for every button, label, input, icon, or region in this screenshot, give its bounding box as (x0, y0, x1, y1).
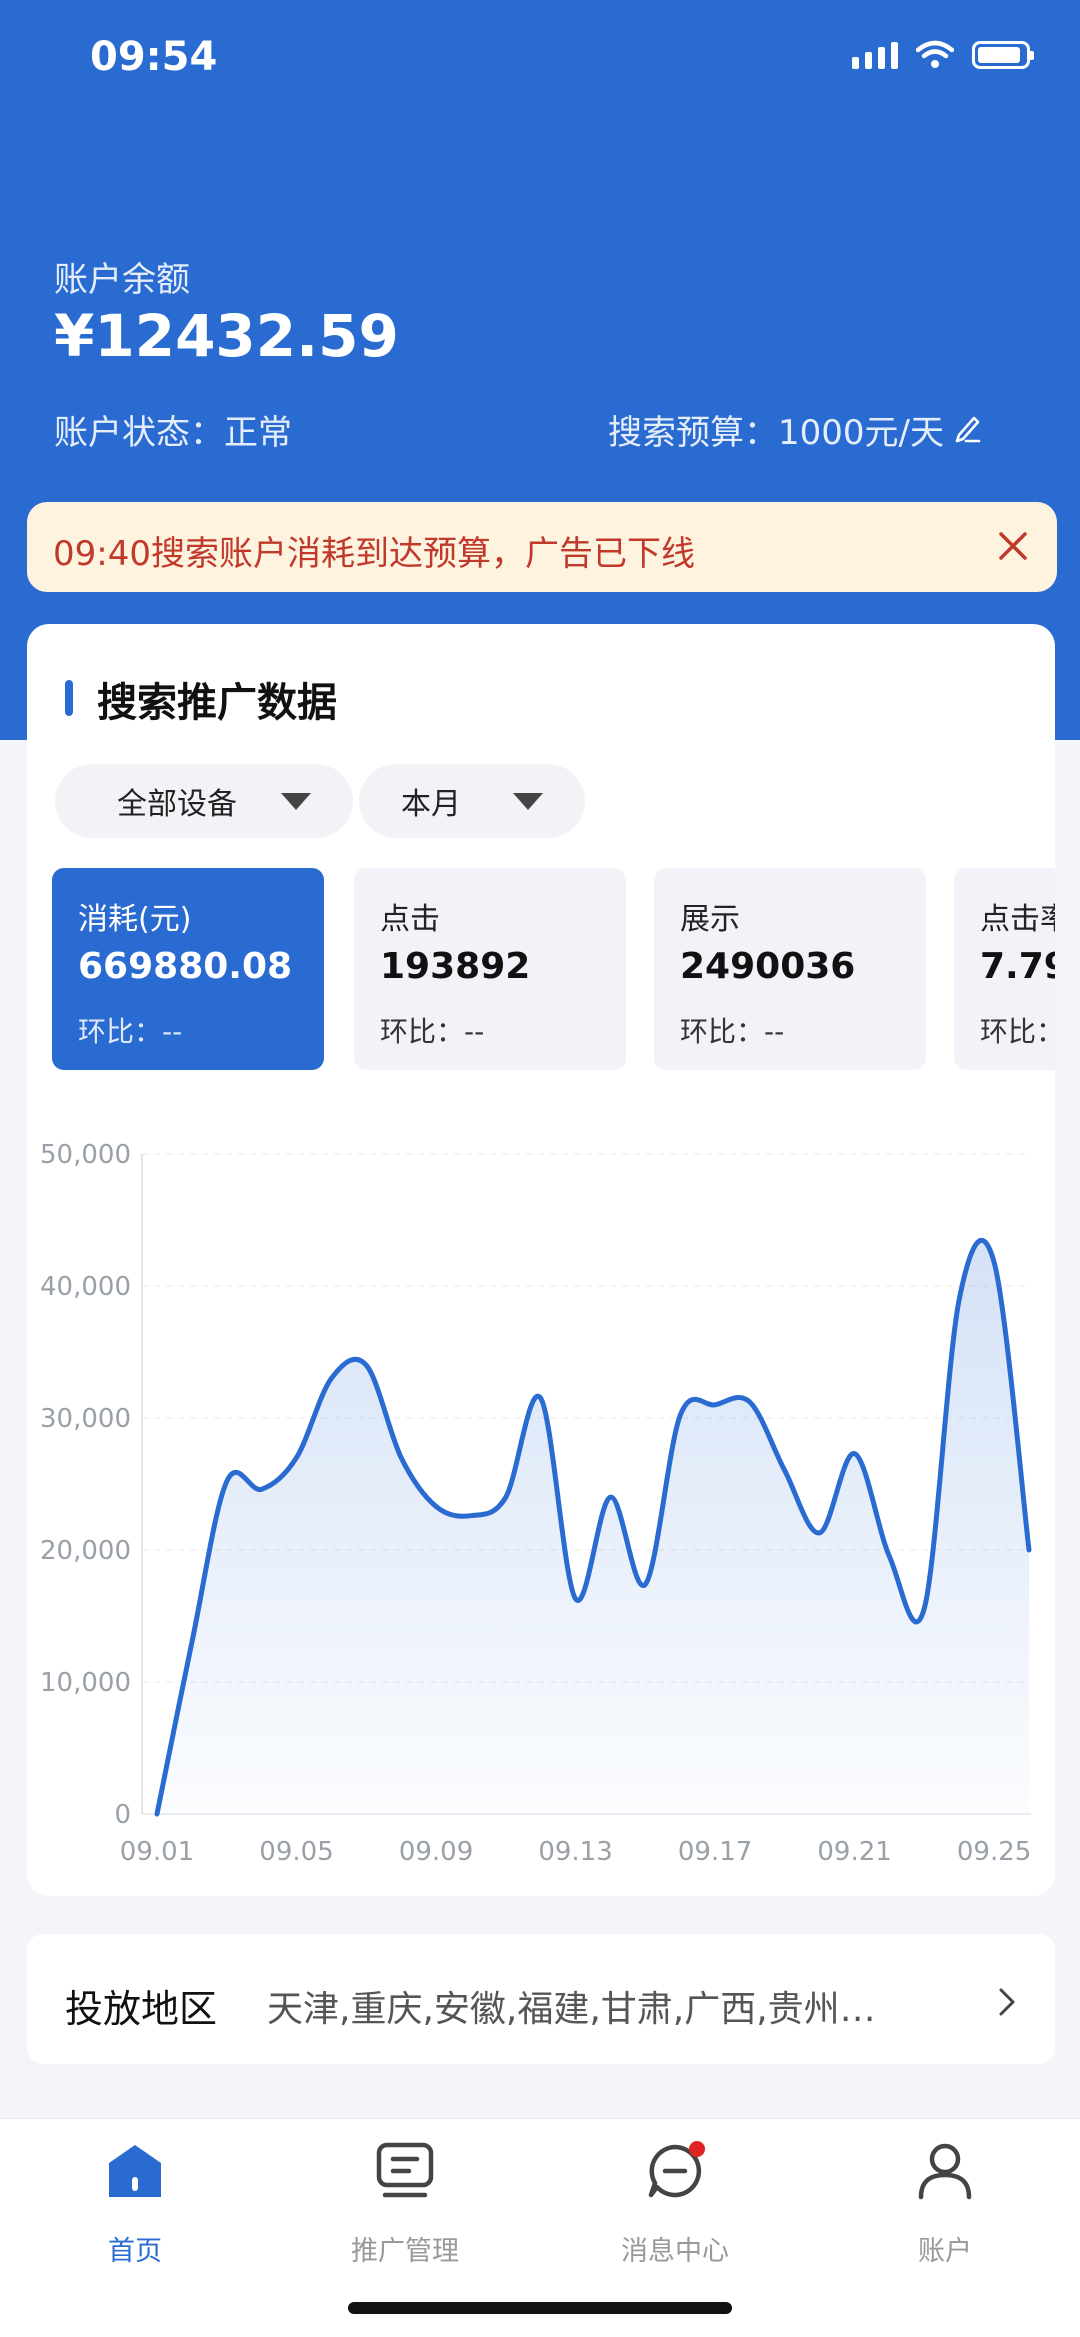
balance-value: ¥12432.59 (54, 302, 399, 370)
message-icon (648, 2141, 705, 2198)
metric-label: 展示 (680, 902, 740, 937)
y-tick-label: 20,000 (40, 1536, 131, 1566)
edit-icon[interactable] (952, 408, 982, 444)
metric-tiles: 消耗(元) 669880.08 环比：-- 点击 193892 环比：-- 展示… (27, 868, 1055, 1078)
metric-label: 点击率 (980, 902, 1055, 937)
chevron-right-icon (999, 1988, 1015, 2016)
metric-ratio: 环比：-- (680, 1015, 785, 1048)
x-tick-label: 09.05 (259, 1837, 333, 1867)
tab-account[interactable]: 账户 (845, 2141, 1045, 2267)
tab-label: 消息中心 (621, 2236, 729, 2267)
x-tick-label: 09.13 (538, 1837, 612, 1867)
y-tick-label: 50,000 (40, 1140, 131, 1170)
wifi-icon (916, 40, 954, 68)
card-title: 搜索推广数据 (97, 680, 337, 726)
user-icon (918, 2143, 972, 2200)
x-tick-label: 09.09 (399, 1837, 473, 1867)
tab-label: 账户 (918, 2236, 972, 2267)
caret-down-icon (281, 793, 311, 810)
metric-clicks[interactable]: 点击 193892 环比：-- (354, 868, 626, 1070)
tab-promotion[interactable]: 推广管理 (305, 2141, 505, 2267)
close-icon[interactable] (993, 526, 1033, 566)
x-tick-label: 09.17 (678, 1837, 752, 1867)
metric-ratio: 环比：-- (980, 1015, 1055, 1048)
caret-down-icon (513, 793, 543, 810)
balance-label: 账户余额 (54, 260, 190, 300)
status-bar: 09:54 (0, 0, 1080, 120)
metric-label: 点击 (380, 902, 440, 937)
metric-ratio: 环比：-- (78, 1015, 183, 1048)
home-icon (109, 2145, 161, 2197)
spend-line-chart: 0 10,000 20,000 30,000 40,000 50,000 09.01 09.0… (40, 1140, 1032, 1867)
account-status: 账户状态：正常 (54, 413, 292, 453)
series-area (157, 1240, 1029, 1814)
region-label: 投放地区 (65, 1987, 218, 2031)
home-indicator (348, 2302, 732, 2314)
document-icon (376, 2142, 434, 2198)
region-value: 天津,重庆,安徽,福建,甘肃,广西,贵州… (267, 1989, 876, 2030)
y-tick-label: 0 (114, 1800, 131, 1830)
metric-value: 669880.08 (78, 946, 293, 987)
tab-home[interactable]: 首页 (35, 2141, 235, 2267)
metric-value: 2490036 (680, 946, 856, 987)
y-tick-label: 30,000 (40, 1404, 131, 1434)
y-tick-label: 40,000 (40, 1272, 131, 1302)
battery-icon (972, 41, 1034, 69)
metric-impressions[interactable]: 展示 2490036 环比：-- (654, 868, 926, 1070)
search-budget[interactable]: 搜索预算：1000元/天 (608, 405, 944, 454)
device-filter[interactable]: 全部设备 (55, 764, 353, 838)
metric-ctr[interactable]: 点击率 7.79 环比：-- (954, 868, 1055, 1070)
y-tick-label: 10,000 (40, 1668, 131, 1698)
notice-text: 09:40搜索账户消耗到达预算，广告已下线 (53, 534, 695, 574)
x-tick-label: 09.25 (957, 1837, 1031, 1867)
search-promo-card: 搜索推广数据 全部设备 本月 消耗(元) 669880.08 环比：-- 点击 … (27, 624, 1055, 1896)
metric-label: 消耗(元) (78, 902, 192, 937)
x-tick-label: 09.21 (817, 1837, 891, 1867)
signal-icon (852, 41, 898, 69)
period-filter[interactable]: 本月 (359, 764, 585, 838)
metric-value: 193892 (380, 946, 531, 987)
region-row[interactable]: 投放地区 天津,重庆,安徽,福建,甘肃,广西,贵州… (27, 1934, 1055, 2064)
budget-notice: 09:40搜索账户消耗到达预算，广告已下线 (27, 502, 1057, 592)
tab-label: 推广管理 (351, 2236, 459, 2267)
metric-ratio: 环比：-- (380, 1015, 485, 1048)
tab-messages[interactable]: 消息中心 (575, 2141, 775, 2267)
title-accent-bar (65, 680, 73, 716)
device-filter-label: 全部设备 (117, 787, 237, 822)
x-tick-label: 09.01 (120, 1837, 194, 1867)
status-time: 09:54 (90, 34, 218, 80)
metric-value: 7.79 (980, 946, 1055, 987)
tab-label: 首页 (108, 2236, 162, 2267)
period-filter-label: 本月 (401, 787, 461, 822)
metric-spend[interactable]: 消耗(元) 669880.08 环比：-- (52, 868, 324, 1070)
